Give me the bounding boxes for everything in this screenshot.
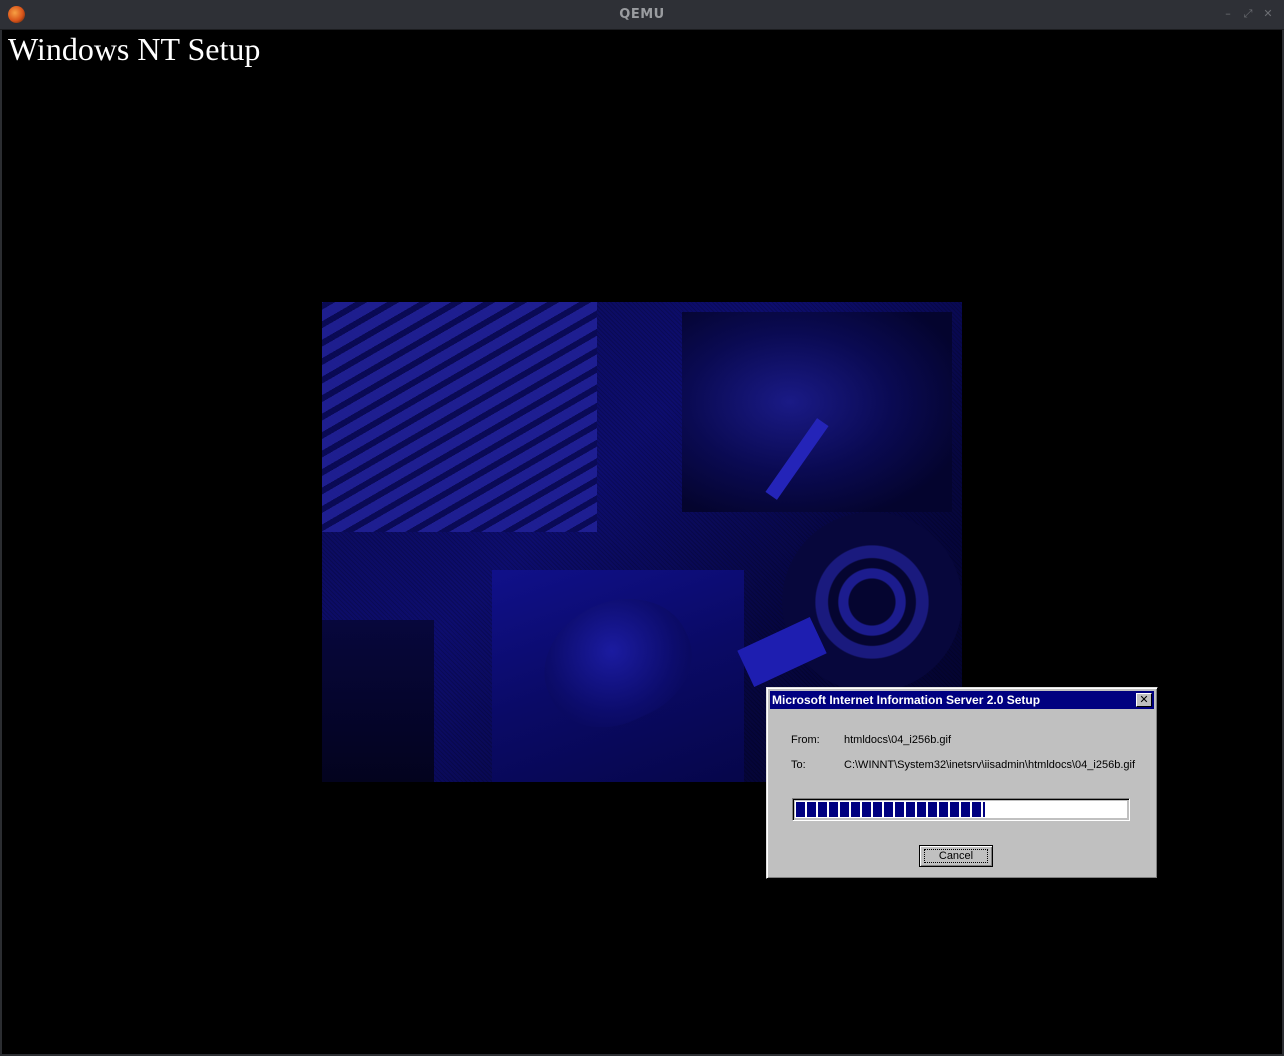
disc-image [782, 512, 962, 692]
dialog-title: Microsoft Internet Information Server 2.… [772, 693, 1041, 707]
close-icon[interactable]: ✕ [1262, 8, 1274, 20]
from-label: From: [791, 734, 820, 746]
cancel-button[interactable]: Cancel [919, 845, 993, 867]
qemu-title-bar: QEMU – ⤢ ✕ [0, 0, 1284, 30]
minimize-icon[interactable]: – [1222, 8, 1234, 20]
keyboard-image [322, 302, 597, 532]
progress-fill [796, 802, 986, 817]
iis-setup-dialog: Microsoft Internet Information Server 2.… [766, 687, 1158, 879]
swirl-image [682, 312, 952, 512]
to-label: To: [791, 759, 806, 771]
window-title: QEMU [619, 7, 665, 22]
vm-screen[interactable]: Windows NT Setup Microsoft Internet Info… [2, 30, 1282, 1054]
maximize-icon[interactable]: ⤢ [1242, 8, 1254, 20]
dialog-title-bar: Microsoft Internet Information Server 2.… [770, 691, 1154, 709]
highlight-image [737, 616, 827, 688]
dark-panel-image [322, 620, 434, 782]
setup-title: Windows NT Setup [8, 31, 261, 67]
to-value: C:\WINNT\System32\inetsrv\iisadmin\htmld… [844, 759, 1135, 771]
dialog-close-button[interactable]: ✕ [1136, 693, 1152, 707]
focus-rect [924, 849, 988, 863]
from-value: htmldocs\04_i256b.gif [844, 734, 952, 746]
progress-track [795, 801, 1127, 818]
copy-progress-bar [792, 798, 1130, 821]
